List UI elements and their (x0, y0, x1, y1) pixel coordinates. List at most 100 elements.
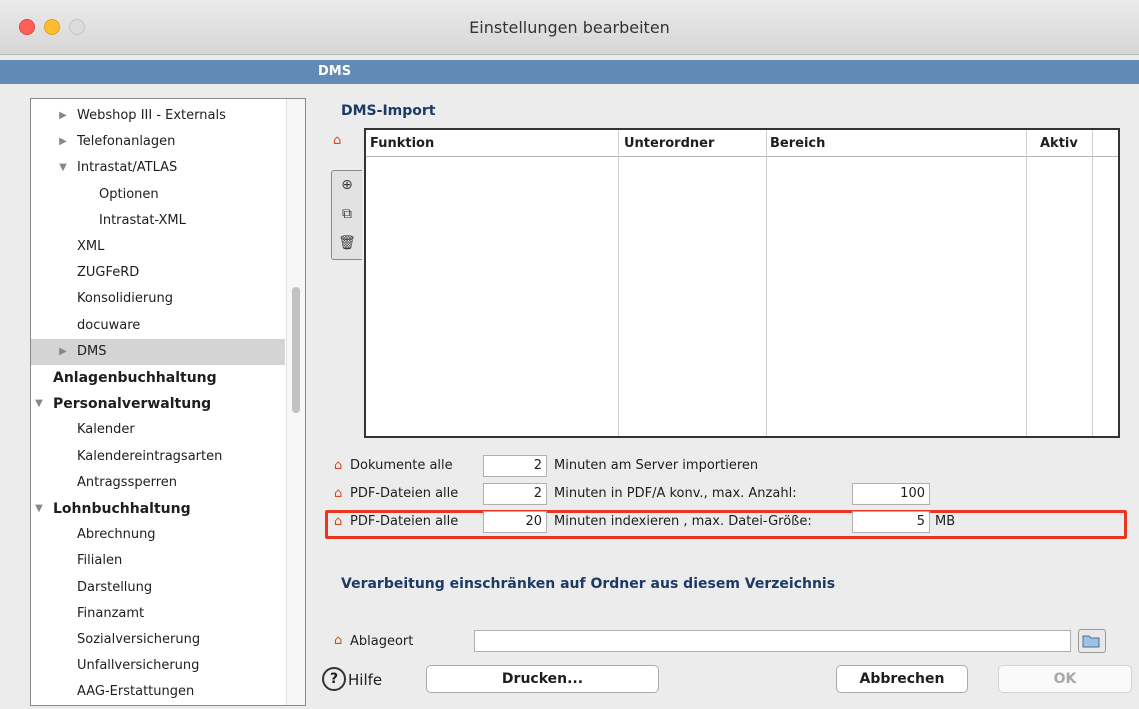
section-header: DMS (0, 60, 1139, 84)
dms-import-table[interactable]: Funktion Unterordner Bereich Aktiv (364, 128, 1120, 438)
sidebar-item-label: Konsolidierung (77, 291, 173, 307)
index-label: PDF-Dateien alle (350, 514, 459, 529)
help-label[interactable]: Hilfe (348, 671, 382, 689)
dokumente-suffix: Minuten am Server importieren (554, 458, 759, 473)
sidebar-item[interactable]: docuware (31, 313, 285, 339)
disclosure-expanded-icon[interactable]: ▼ (33, 391, 45, 417)
index-suffix: Minuten indexieren , max. Datei-Größe: (554, 514, 812, 529)
required-house-icon: ⌂ (334, 458, 343, 473)
column-header-aktiv[interactable]: Aktiv (1040, 136, 1078, 151)
sidebar-item-label: Kalender (77, 422, 135, 438)
sidebar-item-label: Personalverwaltung (53, 396, 212, 413)
sidebar-item-label: Abrechnung (77, 527, 156, 543)
table-toolbar: ⊕ ⧉ 🗑 (331, 170, 362, 260)
sidebar-item-label: Optionen (99, 186, 159, 202)
file-size-unit: MB (935, 514, 956, 529)
max-file-size-field[interactable]: 5 (852, 511, 930, 533)
sidebar-item-label: Finanzamt (77, 605, 145, 621)
sidebar-item[interactable]: XML (31, 234, 285, 260)
sidebar-item[interactable]: ZUGFeRD (31, 260, 285, 286)
duplicate-document-icon[interactable]: ⧉ (337, 204, 357, 224)
dms-import-heading: DMS-Import (341, 103, 436, 119)
sidebar-item[interactable]: ▶ DMS (31, 338, 285, 365)
required-house-icon: ⌂ (334, 633, 343, 648)
pdfa-interval-field[interactable]: 2 (483, 483, 547, 505)
cancel-button[interactable]: Abbrechen (836, 665, 968, 693)
sidebar-item[interactable]: Darstellung (31, 575, 285, 601)
dokumente-label: Dokumente alle (350, 458, 453, 473)
pdfa-label: PDF-Dateien alle (350, 486, 459, 501)
title-bar: Einstellungen bearbeiten (0, 0, 1139, 55)
sidebar-item[interactable]: Konsolidierung (31, 286, 285, 312)
ablageort-field[interactable] (474, 630, 1071, 652)
sidebar-item[interactable]: ▼ Lohnbuchhaltung (31, 496, 285, 522)
sidebar-item[interactable]: ▶ Telefonanlagen (31, 129, 285, 155)
required-house-icon: ⌂ (334, 514, 343, 529)
sidebar-item[interactable]: Sozialversicherung (31, 627, 285, 653)
dokumente-interval-field[interactable]: 2 (483, 455, 547, 477)
index-interval-field[interactable]: 20 (483, 511, 547, 533)
column-header-bereich[interactable]: Bereich (770, 136, 825, 151)
sidebar-item-label: AAG-Erstattungen (77, 684, 195, 700)
section-title: DMS (318, 64, 352, 79)
sidebar-item-label: DMS (77, 343, 107, 359)
disclosure-expanded-icon[interactable]: ▼ (57, 155, 69, 181)
sidebar-item[interactable]: ▼ Intrastat/ATLAS (31, 155, 285, 181)
sidebar-item-label: docuware (77, 317, 141, 333)
settings-tree[interactable]: ▶ Webshop III - Externals ▶ Telefonanlagen ▼… (30, 98, 306, 706)
sidebar-item-label: Filialen (77, 553, 123, 569)
trash-icon[interactable]: 🗑 (337, 233, 357, 253)
sidebar-item-label: XML (77, 239, 105, 254)
sidebar-item[interactable]: ▼ Personalverwaltung (31, 391, 285, 417)
folder-glyph (1082, 635, 1100, 648)
sidebar-item[interactable]: Kalendereintragsarten (31, 444, 285, 470)
restrict-heading: Verarbeitung einschränken auf Ordner aus… (341, 576, 836, 592)
sidebar-item[interactable]: Anlagenbuchhaltung (31, 365, 285, 391)
column-divider (766, 130, 767, 436)
sidebar-item-label: Lohnbuchhaltung (53, 501, 191, 517)
pdfa-max-count-field[interactable]: 100 (852, 483, 930, 505)
sidebar-item-label: Anlagenbuchhaltung (53, 370, 217, 386)
sidebar-item[interactable]: Abrechnung (31, 522, 285, 548)
sidebar-item-label: Telefonanlagen (77, 134, 176, 150)
sidebar-item[interactable]: Finanzamt (31, 601, 285, 627)
disclosure-collapsed-icon[interactable]: ▶ (57, 103, 69, 129)
sidebar-item[interactable]: Kalender (31, 417, 285, 443)
sidebar-item-label: ZUGFeRD (77, 265, 140, 281)
disclosure-expanded-icon[interactable]: ▼ (33, 496, 45, 522)
column-divider (1026, 130, 1027, 436)
add-document-icon[interactable]: ⊕ (337, 175, 357, 195)
folder-icon[interactable] (1078, 629, 1106, 653)
pdfa-suffix: Minuten in PDF/A konv., max. Anzahl: (554, 486, 797, 501)
column-divider (1092, 130, 1093, 436)
sidebar-item-label: Darstellung (77, 579, 153, 595)
required-house-icon: ⌂ (333, 133, 342, 148)
window-title: Einstellungen bearbeiten (469, 18, 670, 37)
column-header-funktion[interactable]: Funktion (370, 136, 434, 151)
sidebar-item[interactable]: Intrastat-XML (31, 208, 285, 234)
sidebar-item-label: Intrastat-XML (99, 212, 186, 228)
table-header: Funktion Unterordner Bereich Aktiv (366, 130, 1118, 157)
sidebar-item[interactable]: Optionen (31, 182, 285, 208)
sidebar-item[interactable]: Antragssperren (31, 470, 285, 496)
sidebar-item[interactable]: Filialen (31, 548, 285, 574)
sidebar-item[interactable]: Unfallversicherung (31, 653, 285, 679)
sidebar-item[interactable]: AAG-Erstattungen (31, 679, 285, 705)
help-icon[interactable]: ? (322, 667, 346, 691)
disclosure-collapsed-icon[interactable]: ▶ (57, 339, 69, 365)
ablageort-label: Ablageort (350, 634, 414, 649)
ok-button[interactable]: OK (998, 665, 1132, 693)
sidebar-item-label: Unfallversicherung (77, 658, 200, 674)
sidebar-item[interactable]: ▶ Webshop III - Externals (31, 103, 285, 129)
sidebar-item-label: Antragssperren (77, 474, 178, 490)
disclosure-collapsed-icon[interactable]: ▶ (57, 129, 69, 155)
sidebar-item-label: Webshop III - Externals (77, 108, 226, 123)
sidebar-item-label: Intrastat/ATLAS (77, 160, 178, 176)
required-house-icon: ⌂ (334, 486, 343, 501)
print-button[interactable]: Drucken... (426, 665, 659, 693)
tree-scrollbar-thumb[interactable] (292, 287, 300, 413)
column-divider (618, 130, 619, 436)
column-header-unterordner[interactable]: Unterordner (624, 136, 714, 151)
sidebar-item-label: Sozialversicherung (77, 632, 201, 647)
sidebar-item-label: Kalendereintragsarten (77, 448, 223, 464)
